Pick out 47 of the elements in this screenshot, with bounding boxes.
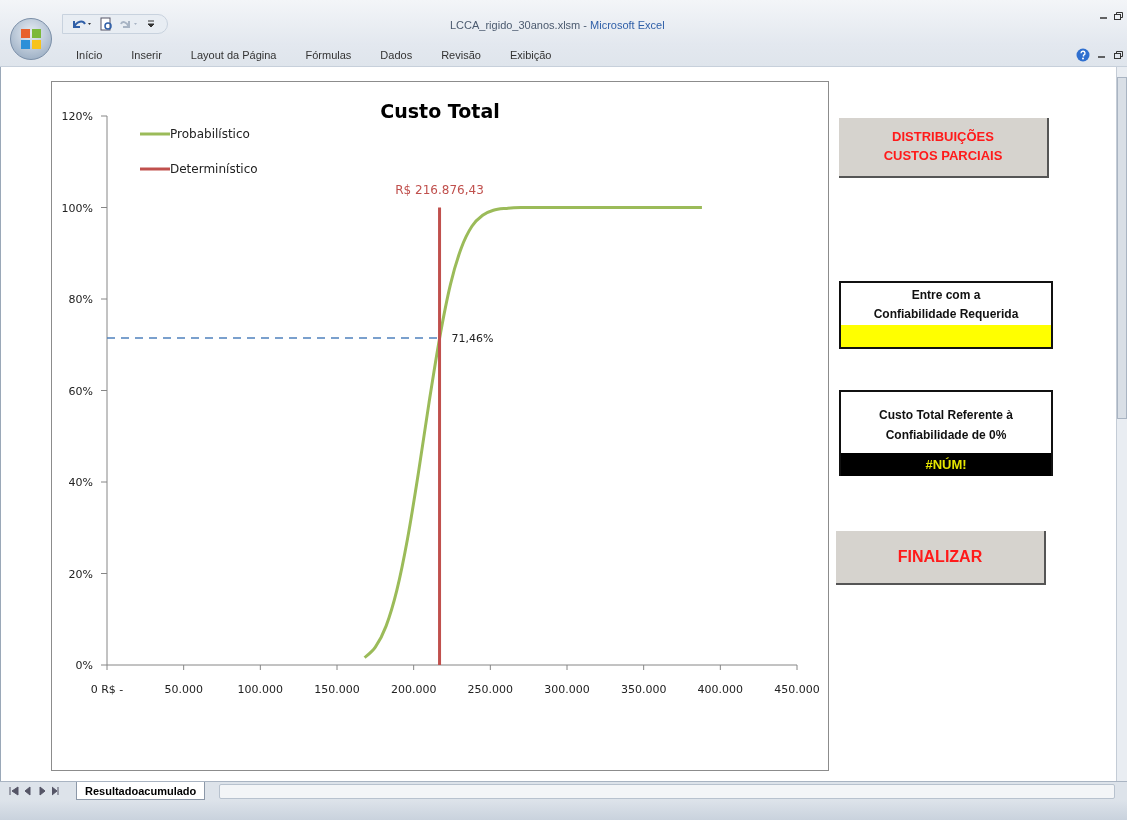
ribbon-tab[interactable]: Início (76, 49, 117, 61)
office-logo-icon (20, 28, 42, 50)
legend-swatch (140, 167, 170, 171)
ribbon-tab[interactable]: Inserir (131, 49, 176, 61)
ribbon-tab[interactable]: Dados (380, 49, 427, 61)
ribbon-tab[interactable]: Fórmulas (305, 49, 366, 61)
horizontal-scrollbar[interactable] (219, 783, 1115, 799)
ribbon-tab[interactable]: Revisão (441, 49, 495, 61)
x-tick-label: 400.000 (697, 683, 744, 696)
undo-icon[interactable] (71, 18, 93, 30)
input-field[interactable] (841, 325, 1051, 348)
legend-swatch (140, 132, 170, 136)
help-icon[interactable] (1076, 48, 1090, 62)
print-preview-icon[interactable] (99, 17, 113, 31)
result-value: #NÚM! (841, 452, 1051, 476)
x-tick-label: 350.000 (620, 683, 667, 696)
chart-title: Custo Total (380, 100, 500, 122)
result-label: Custo Total Referente à Confiabilidade de 0% (878, 407, 1014, 444)
sheet-tab[interactable]: Resultadoacumulado (76, 782, 206, 800)
x-tick-label: 450.000 (774, 683, 820, 696)
ribbon-tab[interactable]: Exibição (509, 49, 566, 61)
x-tick-label: 50.000 (164, 683, 203, 696)
ribbon-tab[interactable]: Layout da Página (190, 49, 291, 61)
office-button[interactable] (10, 18, 52, 60)
y-tick-label: 20% (68, 567, 93, 581)
cost-value-label: R$ 216.876,43 (395, 182, 484, 197)
y-tick-label: 80% (68, 293, 93, 306)
legend-label: Probabilístico (170, 127, 250, 141)
reliability-label: 71,46% (451, 332, 494, 346)
y-tick-label: 40% (68, 476, 93, 489)
x-tick-label: 300.000 (544, 683, 590, 696)
legend-label: Determinístico (170, 162, 258, 176)
y-tick-label: 0% (75, 659, 93, 672)
dropdown-icon[interactable] (147, 19, 155, 29)
x-tick-label: 100.000 (237, 683, 284, 696)
y-tick-label: 100% (61, 201, 93, 215)
x-tick-label: 0 R$ - (90, 683, 124, 696)
restore-icon[interactable] (1114, 12, 1123, 20)
window-title: LCCA_rigido_30anos.xlsm - Microsoft Excel (450, 19, 665, 31)
vertical-scrollbar[interactable] (1116, 67, 1127, 781)
x-tick-label: 250.000 (467, 683, 514, 696)
restore-icon[interactable] (1114, 51, 1123, 59)
x-tick-label: 150.000 (314, 683, 360, 696)
reliability-prompt: Entre com a Confiabilidade Requerida (872, 287, 1020, 324)
x-tick-label: 200.000 (390, 683, 437, 696)
y-tick-label: 120% (61, 110, 93, 123)
y-tick-label: 60% (68, 384, 93, 398)
